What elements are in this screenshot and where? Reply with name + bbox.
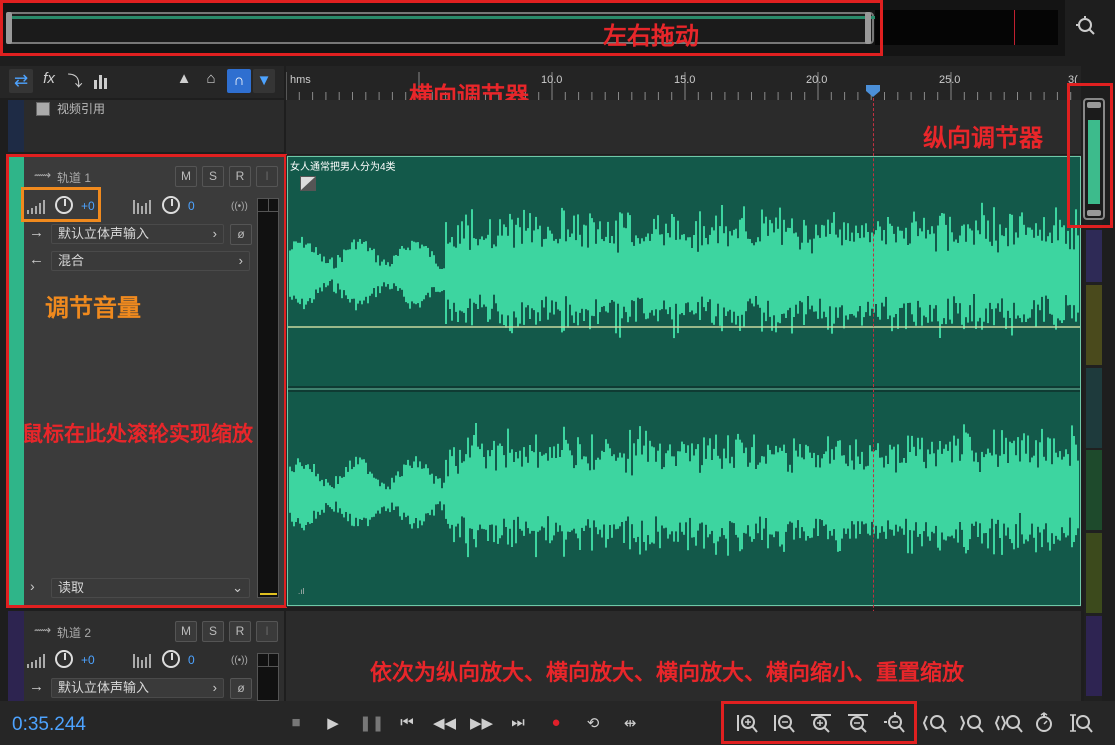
track-color-swatch (1086, 285, 1102, 365)
marker-icon[interactable]: ▼ (253, 69, 275, 93)
overview-playhead (1014, 10, 1015, 45)
vertical-regulator-highlight (1067, 83, 1113, 228)
zoom-buttons-annotation: 依次为纵向放大、横向放大、横向放大、横向缩小、重置缩放 (370, 660, 965, 685)
waveform-track-icon: ⟿ (34, 623, 52, 637)
waveform (288, 202, 1080, 558)
chevron-right-icon: › (212, 680, 217, 695)
overview-annotation: 左右拖动 (603, 23, 699, 50)
track2-record-button[interactable]: R (229, 621, 251, 642)
stop-icon[interactable]: ■ (285, 714, 307, 731)
headphones-icon[interactable]: ∩ (227, 69, 251, 93)
phase-invert-button[interactable]: ø (230, 678, 252, 699)
clip-volume-icon: .ıl (298, 587, 305, 596)
meter-top-cap (258, 666, 278, 667)
track2-mute-button[interactable]: M (175, 621, 197, 642)
zoom-to-selection-in-icon[interactable] (922, 712, 948, 734)
ruler-tick-label: 25.0 (939, 74, 961, 86)
volume-icon (27, 654, 49, 668)
zoom-to-full-icon[interactable] (994, 712, 1024, 734)
zoom-tracks-icon[interactable] (1070, 712, 1094, 734)
go-to-end-icon[interactable]: ⏭ (507, 714, 529, 731)
input-arrow-icon: → (29, 678, 44, 695)
punch-icon[interactable]: ⌂ (200, 70, 222, 87)
meter-divider (268, 654, 269, 666)
track2-name[interactable]: 轨道 2 (57, 624, 91, 641)
track2-input-monitor-button[interactable]: I (256, 621, 278, 642)
track-color-swatch (1086, 368, 1102, 448)
playhead-marker[interactable] (866, 84, 880, 97)
volume-annotation: 调节音量 (45, 295, 141, 322)
loop-icon[interactable]: ⟲ (582, 714, 604, 732)
zoom-selection-icon[interactable] (1074, 14, 1098, 38)
fast-forward-icon[interactable]: ▶▶ (470, 714, 493, 732)
zoom-history-icon[interactable] (1033, 712, 1057, 734)
track2-volume-value[interactable]: +0 (81, 653, 95, 667)
metronome-icon[interactable]: ▲ (173, 70, 195, 87)
skip-selection-icon[interactable]: ⇹ (619, 714, 641, 732)
go-to-start-icon[interactable]: ⏮ (396, 714, 418, 731)
track-color-swatch (1086, 533, 1102, 613)
track2-color-strip (8, 611, 24, 701)
track-color-swatch (1086, 230, 1102, 282)
track2-input-select[interactable]: 默认立体声输入 › (51, 678, 224, 698)
track2-solo-button[interactable]: S (202, 621, 224, 642)
zoom-to-selection-out-icon[interactable] (959, 712, 985, 734)
clip-title: 女人通常把男人分为4类 (290, 162, 396, 173)
track2-pan-knob[interactable] (162, 650, 180, 668)
ruler-unit-label: hms (290, 74, 311, 86)
play-icon[interactable]: ▶ (322, 714, 344, 732)
rewind-icon[interactable]: ◀◀ (433, 714, 456, 732)
audio-clip[interactable] (287, 156, 1081, 606)
track2-volume-knob[interactable] (55, 650, 73, 668)
track2-input-label: 默认立体声输入 (58, 680, 150, 695)
fx-icon[interactable]: fx (37, 70, 61, 87)
overview-dark-region (875, 10, 1058, 45)
ruler-tick-label: 20.0 (806, 74, 828, 86)
track-color-swatch (1086, 450, 1102, 530)
track2-pan-value[interactable]: 0 (188, 653, 195, 667)
pause-icon[interactable]: ❚❚ (359, 714, 384, 732)
playhead-line (873, 98, 874, 698)
meter-icon[interactable] (92, 72, 110, 90)
track2-stereo-icon[interactable]: ((•)) (231, 655, 248, 666)
track2-level-meter (257, 653, 279, 701)
track1-header-highlight (6, 154, 287, 608)
scroll-zoom-annotation: 鼠标在此处滚轮实现缩放 (22, 423, 253, 446)
record-icon[interactable]: ● (545, 714, 567, 731)
clip-fx-icon[interactable] (300, 176, 316, 191)
routing-icon[interactable]: ⤵ (63, 70, 87, 91)
track-color-swatch (1086, 616, 1102, 696)
switch-icon[interactable]: ⇄ (9, 69, 33, 93)
ruler-tick-label: 15.0 (674, 74, 696, 86)
video-track-color-strip (8, 100, 24, 152)
video-film-icon (36, 102, 50, 116)
zoom-buttons-highlight (721, 701, 917, 744)
video-track-label: 视频引用 (57, 102, 106, 116)
ruler-tick-label: 10.0 (541, 74, 563, 86)
overview-highlight (0, 0, 883, 56)
current-time[interactable]: 0:35.244 (12, 714, 86, 736)
vertical-regulator-annotation: 纵向调节器 (923, 125, 1043, 152)
pan-icon (133, 654, 155, 668)
